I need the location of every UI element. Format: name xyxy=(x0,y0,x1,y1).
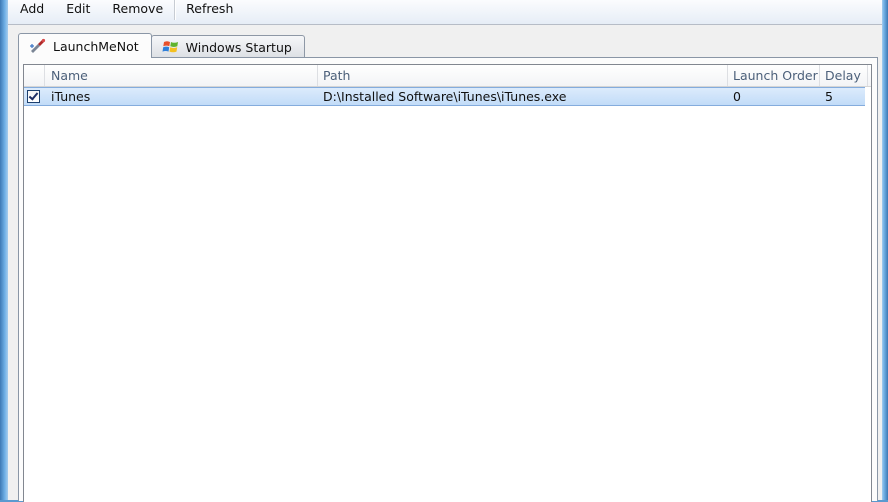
menu-bar: Add Edit Remove Refresh xyxy=(8,0,882,25)
tab-windows-startup-label: Windows Startup xyxy=(185,39,292,55)
menu-remove[interactable]: Remove xyxy=(101,0,174,20)
tab-strip: LaunchMeNot Windows Startup xyxy=(18,33,305,58)
window-frame-right xyxy=(882,0,888,500)
checkmark-icon xyxy=(28,90,39,101)
tab-windows-startup[interactable]: Windows Startup xyxy=(150,35,305,58)
column-header-path[interactable]: Path xyxy=(318,65,728,86)
menu-refresh[interactable]: Refresh xyxy=(175,0,244,20)
menu-edit[interactable]: Edit xyxy=(55,0,101,20)
windows-logo-icon xyxy=(162,39,180,55)
row-check-cell xyxy=(24,88,45,105)
column-header-launch-order[interactable]: Launch Order xyxy=(728,65,820,86)
enabled-checkbox[interactable] xyxy=(27,90,40,103)
startup-list[interactable]: Name Path Launch Order Delay iTunes D:\I… xyxy=(23,64,872,502)
column-header-name[interactable]: Name xyxy=(45,65,318,86)
tab-launchmenot[interactable]: LaunchMeNot xyxy=(18,33,152,58)
main-window: Add Edit Remove Refresh LaunchMeNot Wind… xyxy=(8,0,882,502)
launchmenot-icon xyxy=(29,38,47,54)
list-header: Name Path Launch Order Delay xyxy=(24,65,871,87)
list-row[interactable]: iTunes D:\Installed Software\iTunes\iTun… xyxy=(24,87,865,106)
row-launch-order: 0 xyxy=(733,89,741,104)
column-header-delay[interactable]: Delay xyxy=(820,65,868,86)
column-header-check[interactable] xyxy=(24,65,45,86)
row-path: D:\Installed Software\iTunes\iTunes.exe xyxy=(323,89,567,104)
menu-add[interactable]: Add xyxy=(8,0,55,20)
row-delay: 5 xyxy=(825,89,833,104)
tab-launchmenot-label: LaunchMeNot xyxy=(53,38,139,54)
row-name: iTunes xyxy=(51,89,91,104)
window-frame-left xyxy=(0,0,8,500)
tab-panel: Name Path Launch Order Delay iTunes D:\I… xyxy=(18,57,878,502)
